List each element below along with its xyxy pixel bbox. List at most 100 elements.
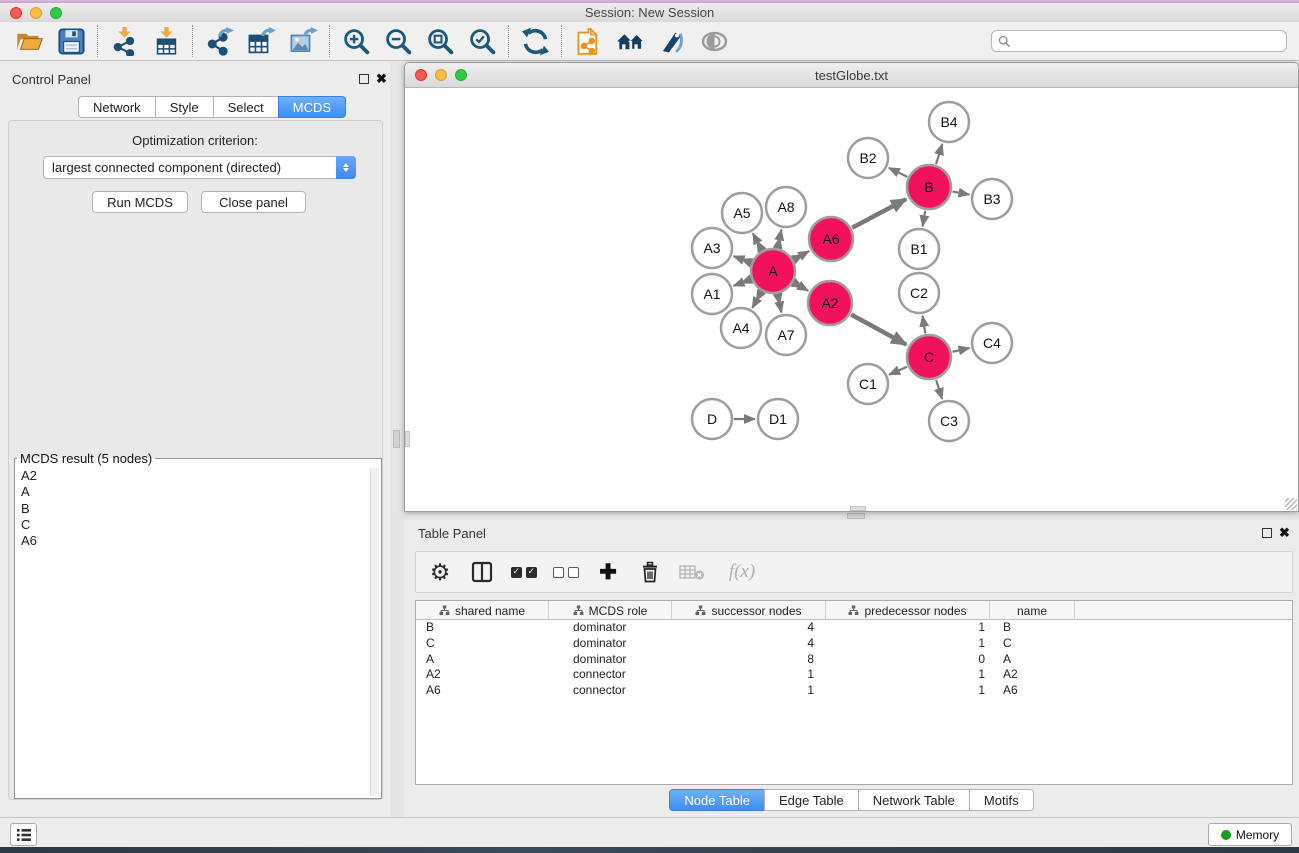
table-cell[interactable]: A	[990, 652, 1075, 668]
network-node-A2[interactable]: A2	[808, 281, 852, 325]
table-cell[interactable]: C	[416, 636, 549, 652]
network-node-C2[interactable]: C2	[899, 273, 939, 313]
table-cell[interactable]: A	[416, 652, 549, 668]
table-tab-node-table[interactable]: Node Table	[669, 789, 765, 811]
export-table-button[interactable]	[240, 23, 282, 59]
delete-table-button[interactable]	[678, 557, 706, 587]
table-row[interactable]: A6connector11A6	[416, 683, 1292, 699]
network-node-A4[interactable]: A4	[721, 308, 761, 348]
window-resize-grip[interactable]	[1285, 498, 1297, 510]
table-cell[interactable]: 1	[826, 667, 990, 683]
network-node-B3[interactable]: B3	[972, 179, 1012, 219]
edge-B-B3[interactable]	[953, 191, 970, 194]
result-item[interactable]: A	[21, 484, 369, 500]
table-row[interactable]: Bdominator41B	[416, 620, 1292, 636]
edge-C-C1[interactable]	[889, 367, 907, 375]
horizontal-splitter[interactable]	[404, 512, 1299, 520]
save-session-button[interactable]	[50, 23, 92, 59]
result-item[interactable]: B	[21, 501, 369, 517]
export-network-button[interactable]	[198, 23, 240, 59]
memory-button[interactable]: Memory	[1208, 823, 1292, 846]
table-row[interactable]: A2connector11A2	[416, 667, 1292, 683]
table-cell[interactable]: 1	[826, 636, 990, 652]
edge-C-C4[interactable]	[952, 348, 969, 352]
splitter-handle[interactable]	[847, 513, 865, 519]
network-canvas[interactable]: B4B2BB3A8A5A6A3B1AC2A1A2A4A7C4CC1DD1C3	[405, 89, 1298, 511]
tab-network[interactable]: Network	[78, 96, 156, 118]
table-cell[interactable]: 0	[826, 652, 990, 668]
export-image-button[interactable]	[282, 23, 324, 59]
result-item[interactable]: C	[21, 517, 369, 533]
table-tab-motifs[interactable]: Motifs	[969, 789, 1034, 811]
split-columns-button[interactable]	[468, 557, 496, 587]
network-node-B[interactable]: B	[907, 165, 951, 209]
eye-button[interactable]	[693, 23, 735, 59]
column-header-successor-nodes[interactable]: successor nodes	[672, 601, 826, 620]
network-node-B1[interactable]: B1	[899, 229, 939, 269]
edge-C-C3[interactable]	[936, 380, 942, 399]
canvas-scroll-stub[interactable]	[405, 431, 410, 447]
import-table-button[interactable]	[145, 23, 187, 59]
table-cell[interactable]: 1	[826, 683, 990, 699]
float-panel-icon[interactable]	[359, 74, 369, 84]
edge-A-A8[interactable]	[778, 230, 782, 248]
float-panel-icon[interactable]	[1262, 528, 1272, 538]
tab-mcds[interactable]: MCDS	[278, 96, 346, 118]
table-cell[interactable]: 1	[672, 683, 826, 699]
table-cell[interactable]: 8	[672, 652, 826, 668]
network-node-A8[interactable]: A8	[766, 187, 806, 227]
zoom-in-button[interactable]	[335, 23, 377, 59]
network-node-A1[interactable]: A1	[692, 274, 732, 314]
network-node-A[interactable]: A	[751, 249, 795, 293]
run-mcds-button[interactable]: Run MCDS	[92, 191, 188, 213]
table-tab-network-table[interactable]: Network Table	[858, 789, 970, 811]
edge-A-A6[interactable]	[794, 251, 809, 259]
search-field[interactable]	[991, 30, 1287, 52]
edge-B-B1[interactable]	[923, 211, 926, 227]
edge-A-A2[interactable]	[794, 283, 808, 291]
network-node-A6[interactable]: A6	[809, 217, 853, 261]
edge-A2-C[interactable]	[851, 314, 906, 344]
edge-A-A5[interactable]	[753, 233, 762, 250]
network-node-C4[interactable]: C4	[972, 323, 1012, 363]
table-cell[interactable]: dominator	[549, 620, 672, 636]
edge-A-A3[interactable]	[734, 256, 751, 262]
edge-A6-B[interactable]	[852, 199, 906, 228]
table-cell[interactable]: A2	[990, 667, 1075, 683]
network-node-C3[interactable]: C3	[929, 401, 969, 441]
edge-A-A4[interactable]	[752, 292, 761, 308]
table-settings-button[interactable]: ⚙	[426, 557, 454, 587]
table-cell[interactable]: A2	[416, 667, 549, 683]
network-node-B4[interactable]: B4	[929, 102, 969, 142]
vertical-splitter[interactable]	[390, 62, 404, 817]
deselect-all-button[interactable]	[552, 557, 580, 587]
network-node-D[interactable]: D	[692, 399, 732, 439]
result-item[interactable]: A6	[21, 533, 369, 549]
edge-A-A1[interactable]	[734, 279, 751, 285]
network-node-B2[interactable]: B2	[848, 138, 888, 178]
result-scrollbar[interactable]	[370, 468, 379, 796]
task-history-button[interactable]	[10, 823, 37, 846]
refresh-network-button[interactable]	[514, 23, 556, 59]
table-cell[interactable]: dominator	[549, 636, 672, 652]
network-node-A7[interactable]: A7	[766, 315, 806, 355]
pen-slash-button[interactable]	[651, 23, 693, 59]
close-panel-icon[interactable]: ✖	[1279, 527, 1290, 538]
table-cell[interactable]: 1	[826, 620, 990, 636]
zoom-out-button[interactable]	[377, 23, 419, 59]
network-node-A3[interactable]: A3	[692, 228, 732, 268]
import-network-button[interactable]	[103, 23, 145, 59]
select-all-button[interactable]	[510, 557, 538, 587]
mcds-result-list[interactable]: A2ABCA6	[17, 468, 369, 796]
open-session-button[interactable]	[8, 23, 50, 59]
delete-column-button[interactable]	[636, 557, 664, 587]
table-cell[interactable]: connector	[549, 667, 672, 683]
tab-select[interactable]: Select	[213, 96, 279, 118]
column-header-shared-name[interactable]: shared name	[416, 601, 549, 620]
edge-B-B2[interactable]	[889, 168, 908, 177]
criterion-select[interactable]: largest connected component (directed)	[43, 156, 356, 179]
column-header-MCDS-role[interactable]: MCDS role	[549, 601, 672, 620]
column-header-name[interactable]: name	[990, 601, 1075, 620]
column-header-predecessor-nodes[interactable]: predecessor nodes	[826, 601, 990, 620]
table-cell[interactable]: A6	[990, 683, 1075, 699]
